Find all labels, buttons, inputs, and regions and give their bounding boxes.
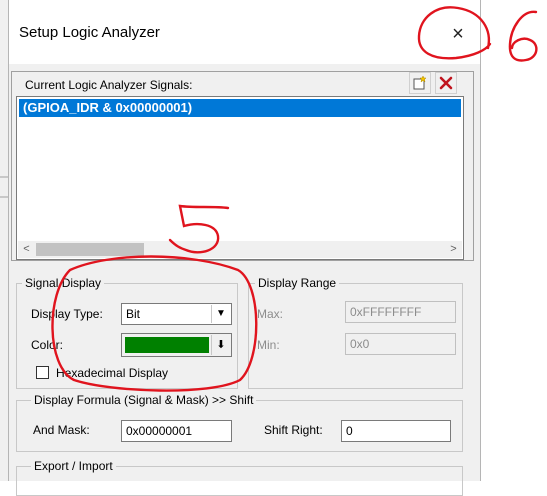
- signals-listbox[interactable]: (GPIOA_IDR & 0x00000001) < >: [16, 96, 464, 260]
- shift-right-value: 0: [346, 424, 353, 438]
- close-icon: ×: [452, 23, 464, 45]
- delete-signal-icon: [439, 76, 453, 90]
- display-type-select[interactable]: Bit ▼: [121, 303, 232, 325]
- setup-logic-analyzer-dialog: Setup Logic Analyzer × Current Logic Ana…: [8, 0, 481, 496]
- scrollbar-thumb[interactable]: [36, 243, 144, 256]
- signal-display-title: Signal Display: [22, 276, 105, 290]
- max-label: Max:: [257, 307, 284, 321]
- hex-display-label: Hexadecimal Display: [56, 366, 169, 380]
- scroll-left-icon[interactable]: <: [18, 241, 35, 258]
- dialog-title: Setup Logic Analyzer: [19, 24, 160, 41]
- hex-display-checkbox[interactable]: [36, 366, 49, 379]
- and-mask-value: 0x00000001: [126, 424, 193, 438]
- and-mask-input[interactable]: 0x00000001: [121, 420, 232, 442]
- delete-signal-button[interactable]: [435, 72, 457, 94]
- min-value: 0x0: [350, 337, 370, 351]
- display-range-title: Display Range: [255, 276, 340, 290]
- and-mask-label: And Mask:: [33, 423, 90, 437]
- color-swatch: [125, 337, 209, 353]
- signals-label: Current Logic Analyzer Signals:: [25, 78, 193, 92]
- export-import-title: Export / Import: [31, 459, 116, 473]
- new-signal-button[interactable]: [409, 72, 431, 94]
- display-formula-title: Display Formula (Signal & Mask) >> Shift: [31, 393, 257, 407]
- dialog-titlebar: Setup Logic Analyzer ×: [9, 0, 480, 64]
- shift-right-input[interactable]: 0: [341, 420, 451, 442]
- chevron-down-icon: ▼: [211, 305, 230, 323]
- color-picker-button[interactable]: ⬇: [121, 333, 232, 357]
- dropdown-arrow-icon: ⬇: [211, 335, 230, 355]
- min-label: Min:: [257, 338, 280, 352]
- display-type-label: Display Type:: [31, 307, 103, 321]
- background-app-right: [481, 0, 547, 481]
- max-input[interactable]: 0xFFFFFFFF: [345, 301, 456, 323]
- color-label: Color:: [31, 338, 64, 352]
- scroll-right-icon[interactable]: >: [445, 241, 462, 258]
- signal-list-item[interactable]: (GPIOA_IDR & 0x00000001): [19, 99, 461, 117]
- horizontal-scrollbar[interactable]: < >: [18, 241, 462, 258]
- shift-right-label: Shift Right:: [264, 423, 323, 437]
- display-type-value: Bit: [126, 307, 141, 321]
- close-button[interactable]: ×: [442, 20, 474, 48]
- min-input[interactable]: 0x0: [345, 333, 456, 355]
- max-value: 0xFFFFFFFF: [350, 305, 422, 319]
- new-signal-icon: [413, 75, 427, 90]
